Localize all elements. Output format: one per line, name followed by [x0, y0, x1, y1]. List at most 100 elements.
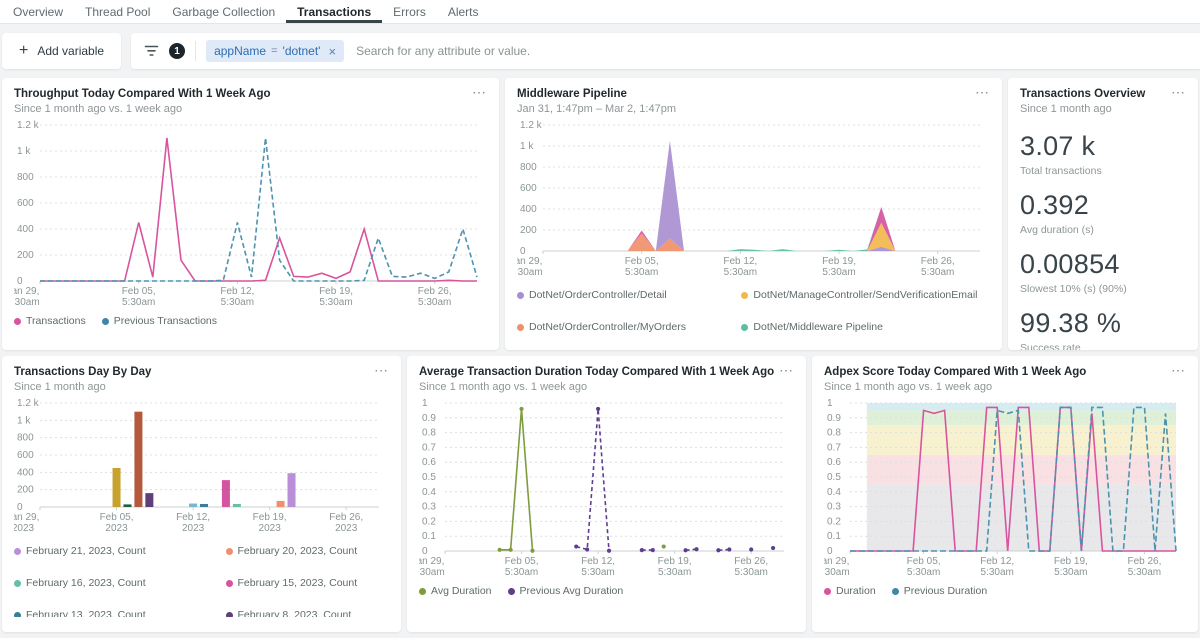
billboard-stats: 3.07 k Total transactions 0.392 Avg dura…	[1020, 131, 1186, 350]
legend-item[interactable]: Previous Avg Duration	[508, 585, 624, 597]
stat-label: Slowest 10% (s) (90%)	[1020, 283, 1186, 295]
svg-text:1.2 k: 1.2 k	[17, 120, 40, 131]
svg-text:800: 800	[520, 162, 537, 173]
panel-apdex: Adpex Score Today Compared With 1 Week A…	[812, 356, 1198, 632]
svg-text:2023: 2023	[335, 523, 358, 534]
stat-total-transactions: 3.07 k	[1020, 131, 1186, 162]
legend-label: February 8, 2023, Count	[238, 609, 352, 617]
legend-dot	[102, 318, 109, 325]
legend-item[interactable]: Transactions	[14, 315, 86, 327]
legend-item[interactable]: Previous Transactions	[102, 315, 217, 327]
legend-item[interactable]: February 15, 2023, Count	[226, 577, 390, 589]
legend-item[interactable]: Avg Duration	[419, 585, 492, 597]
svg-text:5:30am: 5:30am	[221, 297, 254, 308]
svg-text:600: 600	[520, 183, 537, 194]
stat-label: Total transactions	[1020, 165, 1186, 177]
tab-overview[interactable]: Overview	[2, 0, 74, 23]
tab-errors[interactable]: Errors	[382, 0, 437, 23]
legend-item[interactable]: DotNet/Middleware Pipeline	[741, 321, 990, 333]
svg-text:Jan 29,: Jan 29,	[419, 556, 444, 567]
svg-text:5:30am: 5:30am	[14, 297, 40, 308]
svg-text:0.9: 0.9	[422, 413, 436, 424]
svg-text:Feb 05,: Feb 05,	[625, 256, 659, 267]
svg-text:Feb 26,: Feb 26,	[1127, 556, 1161, 567]
legend-item[interactable]: DotNet/OrderController/MyOrders	[517, 321, 715, 333]
svg-text:5:30am: 5:30am	[1128, 567, 1161, 578]
panel-menu-icon[interactable]: ⋯	[370, 362, 389, 379]
panel-subtitle: Since 1 month ago	[14, 381, 389, 393]
avg-duration-legend: Avg Duration Previous Avg Duration	[419, 585, 794, 597]
legend-item[interactable]: February 21, 2023, Count	[14, 545, 178, 557]
panel-subtitle: Since 1 month ago	[1020, 103, 1186, 115]
svg-text:0.8: 0.8	[422, 428, 436, 439]
panel-menu-icon[interactable]: ⋯	[775, 362, 794, 379]
panel-menu-icon[interactable]: ⋯	[1167, 84, 1186, 101]
tab-bar: OverviewThread PoolGarbage CollectionTra…	[0, 0, 1200, 24]
legend-label: DotNet/OrderController/MyOrders	[529, 321, 686, 333]
legend-item[interactable]: DotNet/ManageController/SendVerification…	[741, 289, 990, 301]
svg-text:1: 1	[827, 398, 833, 409]
attribute-search-input[interactable]	[354, 43, 1187, 59]
svg-text:Feb 26,: Feb 26,	[734, 556, 768, 567]
svg-text:1.2 k: 1.2 k	[520, 120, 543, 131]
panel-menu-icon[interactable]: ⋯	[468, 84, 487, 101]
svg-text:Feb 26,: Feb 26,	[329, 512, 363, 523]
svg-text:5:30am: 5:30am	[735, 567, 768, 578]
legend-dot	[14, 318, 21, 325]
legend-dot	[14, 612, 21, 618]
svg-text:Feb 12,: Feb 12,	[220, 286, 254, 297]
legend-dot	[226, 612, 233, 618]
chip-field: appName	[214, 44, 266, 58]
chip-close-icon[interactable]: ×	[328, 44, 336, 59]
middleware-chart[interactable]: 02004006008001 k1.2 kJan 29,5:30amFeb 05…	[517, 119, 990, 281]
svg-text:Feb 19,: Feb 19,	[1054, 556, 1088, 567]
legend-item[interactable]: February 20, 2023, Count	[226, 545, 390, 557]
filter-search-bar: 1 appName = 'dotnet' ×	[131, 33, 1200, 69]
add-variable-button[interactable]: + Add variable	[2, 33, 121, 69]
tab-alerts[interactable]: Alerts	[437, 0, 490, 23]
svg-text:Feb 12,: Feb 12,	[980, 556, 1014, 567]
svg-text:Feb 19,: Feb 19,	[822, 256, 856, 267]
legend-item[interactable]: DotNet/OrderController/Detail	[517, 289, 715, 301]
svg-text:1 k: 1 k	[17, 146, 31, 157]
svg-text:0.7: 0.7	[827, 442, 841, 453]
tab-thread-pool[interactable]: Thread Pool	[74, 0, 161, 23]
svg-text:2023: 2023	[14, 523, 35, 534]
svg-text:5:30am: 5:30am	[122, 297, 155, 308]
legend-label: DotNet/ManageController/SendVerification…	[753, 289, 977, 301]
panel-transactions-overview: Transactions Overview Since 1 month ago …	[1008, 78, 1198, 350]
chip-operator: =	[271, 45, 277, 57]
apdex-chart[interactable]: 00.10.20.30.40.50.60.70.80.91Jan 29,5:30…	[824, 397, 1186, 581]
legend-dot	[508, 588, 515, 595]
legend-item[interactable]: Duration	[824, 585, 876, 597]
svg-text:5:30am: 5:30am	[724, 267, 757, 278]
tab-garbage-collection[interactable]: Garbage Collection	[161, 0, 286, 23]
legend-item[interactable]: February 16, 2023, Count	[14, 577, 178, 589]
filter-funnel-icon[interactable]	[144, 45, 159, 57]
filter-chip[interactable]: appName = 'dotnet' ×	[206, 40, 344, 62]
panel-title: Adpex Score Today Compared With 1 Week A…	[824, 366, 1186, 378]
svg-text:800: 800	[17, 172, 34, 183]
legend-label: Duration	[836, 585, 876, 597]
legend-dot	[741, 292, 748, 299]
panel-throughput: Throughput Today Compared With 1 Week Ag…	[2, 78, 499, 350]
legend-item[interactable]: Previous Duration	[892, 585, 987, 597]
legend-dot	[517, 292, 524, 299]
legend-item[interactable]: February 8, 2023, Count	[226, 609, 390, 617]
avg-duration-chart[interactable]: 00.10.20.30.40.50.60.70.80.91Jan 29,5:30…	[419, 397, 794, 581]
panel-menu-icon[interactable]: ⋯	[971, 84, 990, 101]
legend-label: Previous Avg Duration	[520, 585, 624, 597]
svg-text:5:30am: 5:30am	[822, 267, 855, 278]
svg-text:Feb 26,: Feb 26,	[921, 256, 955, 267]
throughput-chart[interactable]: 02004006008001 k1.2 kJan 29,5:30amFeb 05…	[14, 119, 487, 311]
day-by-day-chart[interactable]: 02004006008001 k1.2 kJan 29,2023Feb 05,2…	[14, 397, 389, 537]
svg-text:600: 600	[17, 198, 34, 209]
stat-label: Success rate	[1020, 342, 1186, 350]
tab-transactions[interactable]: Transactions	[286, 0, 382, 23]
svg-text:Feb 05,: Feb 05,	[907, 556, 941, 567]
panel-subtitle: Since 1 month ago vs. 1 week ago	[824, 381, 1186, 393]
legend-item[interactable]: February 13, 2023, Count	[14, 609, 178, 617]
panel-menu-icon[interactable]: ⋯	[1167, 362, 1186, 379]
svg-text:400: 400	[520, 204, 537, 215]
svg-text:0.9: 0.9	[827, 413, 841, 424]
